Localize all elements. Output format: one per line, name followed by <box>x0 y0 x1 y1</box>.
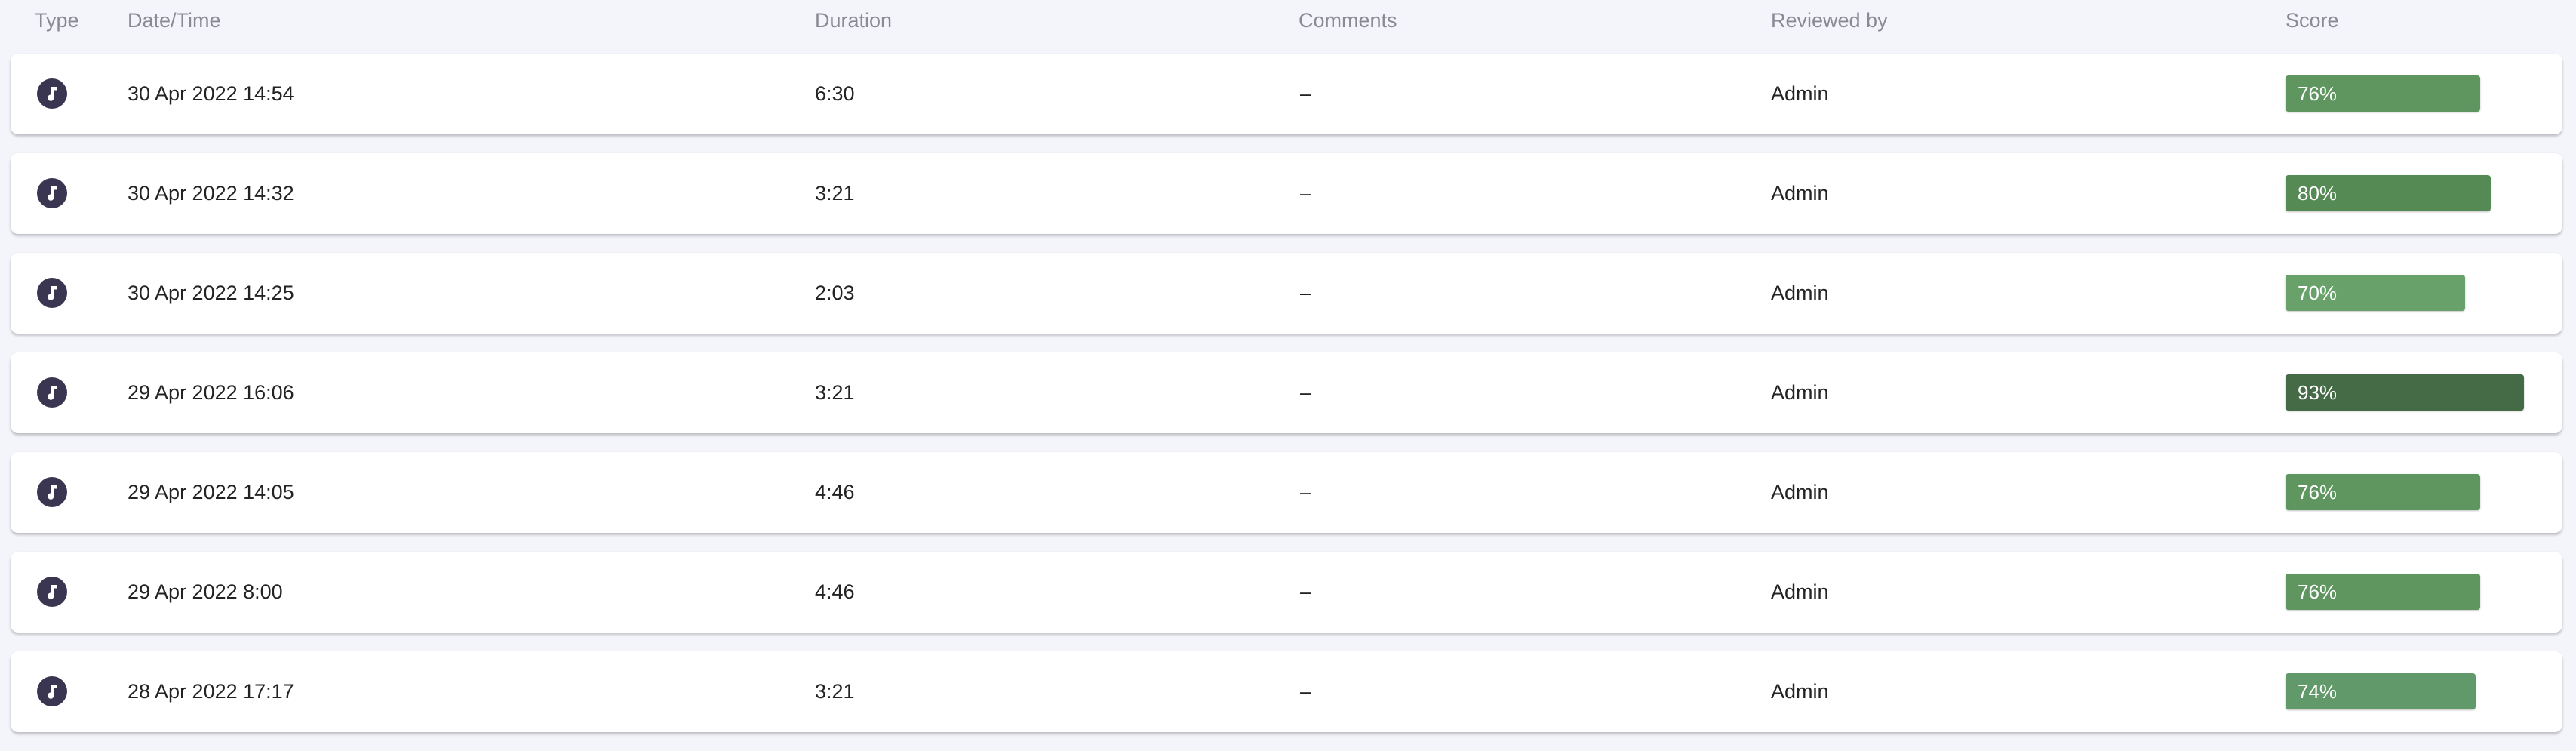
score-cell: 76% <box>2286 574 2542 610</box>
datetime-cell: 29 Apr 2022 14:05 <box>128 481 294 503</box>
score-cell: 93% <box>2286 374 2542 411</box>
table-row[interactable]: 30 Apr 2022 14:54 6:30 – Admin 76% <box>11 54 2562 134</box>
column-header-datetime[interactable]: Date/Time <box>128 8 221 32</box>
score-bar: 93% <box>2286 374 2524 411</box>
music-note-icon <box>37 477 67 507</box>
reviewed-by-cell: Admin <box>1771 82 1829 105</box>
music-note-icon <box>37 676 67 706</box>
score-label: 76% <box>2298 82 2338 105</box>
score-cell: 76% <box>2286 75 2542 112</box>
score-label: 76% <box>2298 481 2338 503</box>
music-note-icon <box>37 178 67 208</box>
duration-cell: 3:21 <box>815 381 855 404</box>
score-bar: 76% <box>2286 474 2480 510</box>
datetime-cell: 30 Apr 2022 14:32 <box>128 182 294 205</box>
table-row[interactable]: 29 Apr 2022 14:05 4:46 – Admin 76% <box>11 452 2562 533</box>
reviewed-by-cell: Admin <box>1771 381 1829 404</box>
table-row[interactable]: 29 Apr 2022 8:00 4:46 – Admin 76% <box>11 552 2562 633</box>
music-note-icon <box>37 278 67 308</box>
comments-cell: – <box>1300 481 1312 503</box>
table-header: Type Date/Time Duration Comments Reviewe… <box>0 0 2576 42</box>
reviewed-by-cell: Admin <box>1771 182 1829 205</box>
score-label: 80% <box>2298 182 2338 205</box>
column-header-type[interactable]: Type <box>35 8 79 32</box>
duration-cell: 3:21 <box>815 680 855 703</box>
datetime-cell: 30 Apr 2022 14:54 <box>128 82 294 105</box>
score-bar: 80% <box>2286 175 2491 211</box>
duration-cell: 6:30 <box>815 82 855 105</box>
comments-cell: – <box>1300 82 1312 105</box>
score-cell: 76% <box>2286 474 2542 510</box>
score-label: 74% <box>2298 680 2338 703</box>
score-label: 93% <box>2298 381 2338 404</box>
score-cell: 70% <box>2286 275 2542 311</box>
datetime-cell: 30 Apr 2022 14:25 <box>128 282 294 304</box>
reviewed-by-cell: Admin <box>1771 680 1829 703</box>
score-label: 76% <box>2298 580 2338 603</box>
comments-cell: – <box>1300 680 1312 703</box>
column-header-reviewed-by[interactable]: Reviewed by <box>1771 8 1888 32</box>
score-cell: 80% <box>2286 175 2542 211</box>
column-header-duration[interactable]: Duration <box>815 8 892 32</box>
table-row[interactable]: 30 Apr 2022 14:32 3:21 – Admin 80% <box>11 153 2562 234</box>
score-bar: 76% <box>2286 75 2480 112</box>
music-note-icon <box>37 377 67 408</box>
comments-cell: – <box>1300 580 1312 603</box>
reviewed-by-cell: Admin <box>1771 580 1829 603</box>
comments-cell: – <box>1300 182 1312 205</box>
datetime-cell: 28 Apr 2022 17:17 <box>128 680 294 703</box>
reviewed-by-cell: Admin <box>1771 481 1829 503</box>
duration-cell: 4:46 <box>815 580 855 603</box>
recordings-list: 30 Apr 2022 14:54 6:30 – Admin 76% 30 Ap… <box>11 54 2562 751</box>
table-row[interactable]: 29 Apr 2022 16:06 3:21 – Admin 93% <box>11 352 2562 433</box>
datetime-cell: 29 Apr 2022 16:06 <box>128 381 294 404</box>
reviewed-by-cell: Admin <box>1771 282 1829 304</box>
table-row[interactable]: 30 Apr 2022 14:25 2:03 – Admin 70% <box>11 253 2562 334</box>
score-label: 70% <box>2298 282 2338 304</box>
score-bar: 74% <box>2286 673 2476 709</box>
score-cell: 74% <box>2286 673 2542 709</box>
comments-cell: – <box>1300 381 1312 404</box>
column-header-score[interactable]: Score <box>2286 8 2339 32</box>
duration-cell: 2:03 <box>815 282 855 304</box>
column-header-comments[interactable]: Comments <box>1299 8 1397 32</box>
table-row[interactable]: 28 Apr 2022 17:17 3:21 – Admin 74% <box>11 651 2562 732</box>
music-note-icon <box>37 577 67 607</box>
score-bar: 70% <box>2286 275 2465 311</box>
duration-cell: 3:21 <box>815 182 855 205</box>
datetime-cell: 29 Apr 2022 8:00 <box>128 580 283 603</box>
comments-cell: – <box>1300 282 1312 304</box>
duration-cell: 4:46 <box>815 481 855 503</box>
score-bar: 76% <box>2286 574 2480 610</box>
music-note-icon <box>37 78 67 109</box>
